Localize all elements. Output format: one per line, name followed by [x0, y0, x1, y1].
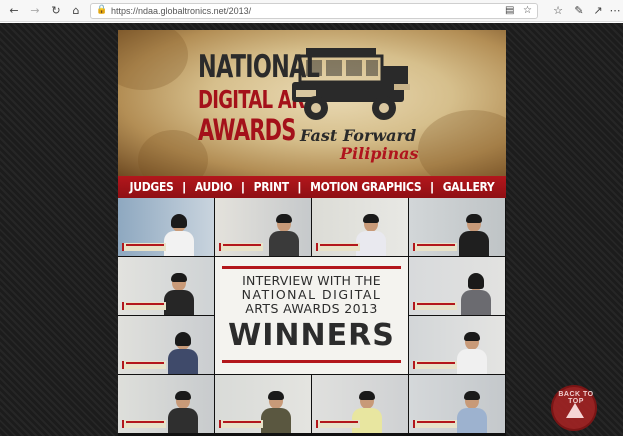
winner-video-thumbnail[interactable] — [409, 198, 505, 256]
share-icon[interactable]: ↗ — [590, 3, 606, 19]
header-banner: NATIONAL DIGITAL ARTS AWARDS Fast Forwar… — [118, 30, 506, 176]
main-nav: JUDGES | AUDIO | PRINT | MOTION GRAPHICS… — [118, 176, 506, 198]
jeepney-illustration — [292, 48, 410, 120]
browser-toolbar: ← → ↻ ⌂ 🔒 https://ndaa.globaltronics.net… — [0, 0, 623, 22]
interview-title-panel: INTERVIEW WITH THE NATIONAL DIGITAL ARTS… — [215, 257, 408, 374]
favorites-icon[interactable]: ☆ — [550, 3, 566, 19]
refresh-icon[interactable]: ↻ — [48, 3, 64, 19]
lock-icon: 🔒 — [96, 5, 108, 15]
forward-arrow-icon[interactable]: → — [27, 3, 43, 19]
winner-video-thumbnail[interactable] — [118, 375, 214, 433]
back-to-top-button[interactable]: BACK TO TOP — [551, 385, 597, 431]
tagline-pilipinas: Pilipinas — [340, 144, 419, 163]
url-text[interactable]: https://ndaa.globaltronics.net/2013/ — [111, 6, 251, 16]
winner-video-thumbnail[interactable] — [409, 375, 505, 433]
nav-print[interactable]: PRINT — [245, 180, 298, 194]
tagline-fast-forward: Fast Forward — [300, 126, 417, 145]
winner-video-thumbnail[interactable] — [215, 375, 311, 433]
winner-video-thumbnail[interactable] — [215, 198, 311, 256]
up-arrow-icon — [566, 403, 584, 418]
back-arrow-icon[interactable]: ← — [6, 3, 22, 19]
nav-judges[interactable]: JUDGES — [121, 180, 183, 194]
address-bar[interactable]: 🔒 https://ndaa.globaltronics.net/2013/ ▤… — [90, 3, 538, 19]
home-icon[interactable]: ⌂ — [68, 3, 84, 19]
title-winners: WINNERS — [228, 318, 395, 353]
favorite-star-icon[interactable]: ☆ — [523, 5, 532, 16]
more-icon[interactable]: ⋯ — [607, 3, 623, 19]
logo-awards: AWARDS — [198, 113, 296, 147]
winner-video-thumbnail[interactable] — [409, 257, 505, 315]
title-line-2: NATIONAL DIGITAL — [241, 287, 382, 302]
winner-video-thumbnail[interactable] — [118, 257, 214, 315]
reading-view-icon[interactable]: ▤ — [505, 5, 514, 16]
pen-icon[interactable]: ✎ — [571, 3, 587, 19]
nav-motion-graphics[interactable]: MOTION GRAPHICS — [301, 180, 430, 194]
winners-grid: INTERVIEW WITH THE NATIONAL DIGITAL ARTS… — [118, 198, 506, 436]
winner-video-thumbnail[interactable] — [312, 198, 408, 256]
nav-gallery[interactable]: GALLERY — [434, 180, 504, 194]
site-container: NATIONAL DIGITAL ARTS AWARDS Fast Forwar… — [118, 30, 506, 436]
winner-video-thumbnail[interactable] — [118, 198, 214, 256]
nav-audio[interactable]: AUDIO — [186, 180, 241, 194]
title-line-3: ARTS AWARDS 2013 — [245, 301, 378, 316]
winner-video-thumbnail[interactable] — [409, 316, 505, 374]
winner-video-thumbnail[interactable] — [312, 375, 408, 433]
page-background: NATIONAL DIGITAL ARTS AWARDS Fast Forwar… — [0, 23, 623, 436]
winner-video-thumbnail[interactable] — [118, 316, 214, 374]
title-line-1: INTERVIEW WITH THE — [242, 273, 381, 288]
